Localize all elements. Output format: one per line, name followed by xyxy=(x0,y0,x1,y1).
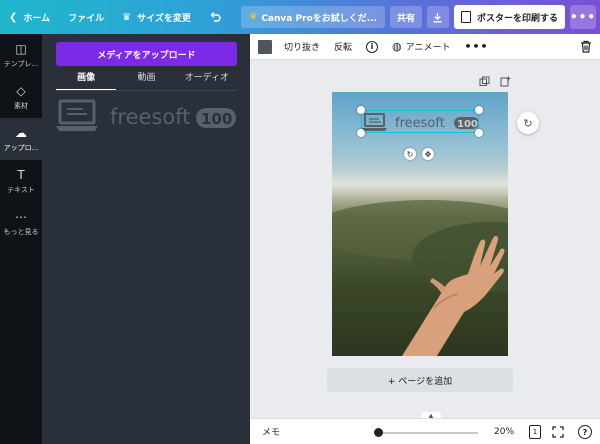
media-tabs: 画像 動画 オーディオ xyxy=(56,71,237,91)
laptop-logo-icon xyxy=(56,99,98,131)
download-button[interactable] xyxy=(426,6,449,28)
move-icon[interactable]: ✥ xyxy=(422,148,434,160)
file-menu-button[interactable]: ファイル xyxy=(59,0,113,34)
more-dots-icon: ••• xyxy=(464,40,489,53)
add-page-button[interactable]: + ページを追加 xyxy=(327,368,513,392)
rotate-icon[interactable]: ↻ xyxy=(404,148,416,160)
rail-item-uploads[interactable]: ☁ アップロ... xyxy=(0,118,42,160)
selection-box[interactable] xyxy=(361,110,479,133)
thumbnail-logo-text: freesoft xyxy=(110,105,190,129)
refresh-icon: ↻ xyxy=(523,116,533,130)
animate-icon: ◍ xyxy=(392,40,402,53)
shapes-icon: ◇ xyxy=(16,83,26,98)
fullscreen-icon[interactable] xyxy=(552,426,564,438)
flip-button[interactable]: 反転 xyxy=(334,40,352,53)
info-icon[interactable]: i xyxy=(366,40,379,53)
duplicate-page-icon[interactable] xyxy=(479,76,490,87)
download-icon xyxy=(433,12,442,22)
rail-item-label: アップロ... xyxy=(3,143,39,152)
share-button[interactable]: 共有 xyxy=(389,6,422,28)
help-icon[interactable]: ? xyxy=(578,425,592,439)
page-actions xyxy=(479,76,511,87)
animate-label: アニメート xyxy=(405,43,451,53)
pro-trial-label: Canva Proをお試しくだ... xyxy=(261,13,377,24)
left-rail: ◫ テンプレ... ◇ 素材 ☁ アップロ... T テキスト ⋯ もっと見る xyxy=(0,34,42,444)
zoom-slider-knob[interactable] xyxy=(374,428,383,437)
upload-media-button[interactable]: メディアをアップロード xyxy=(56,42,237,66)
more-dots-icon: ⋯ xyxy=(15,209,27,224)
notes-button[interactable]: メモ xyxy=(262,425,280,438)
add-page-icon[interactable] xyxy=(500,76,511,87)
rail-item-label: もっと見る xyxy=(3,227,39,236)
trash-icon[interactable] xyxy=(580,40,592,53)
tab-videos[interactable]: 動画 xyxy=(116,71,176,91)
home-button[interactable]: ❮ ホーム xyxy=(0,0,59,34)
print-icon xyxy=(460,11,471,23)
rail-item-text[interactable]: T テキスト xyxy=(0,160,42,202)
page-count-button[interactable]: 1 xyxy=(529,425,541,439)
selection-tools: ↻ ✥ xyxy=(404,148,434,160)
resize-handle-bottom-right[interactable] xyxy=(475,129,483,137)
rail-item-label: テキスト xyxy=(7,185,35,194)
crop-button[interactable]: 切り抜き xyxy=(284,40,320,53)
uploads-panel: メディアをアップロード 画像 動画 オーディオ freesoft 100 xyxy=(42,34,250,444)
bottom-bar: メモ xyxy=(250,418,600,444)
resize-button[interactable]: ♛ サイズを変更 xyxy=(113,0,200,34)
rail-item-label: 素材 xyxy=(14,101,28,110)
rail-item-more[interactable]: ⋯ もっと見る xyxy=(0,202,42,244)
tab-images[interactable]: 画像 xyxy=(56,71,117,91)
chevron-left-icon: ❮ xyxy=(9,11,18,23)
resize-handle-top-left[interactable] xyxy=(357,106,365,114)
resize-handle-top-right[interactable] xyxy=(475,106,483,114)
refresh-button[interactable]: ↻ xyxy=(517,112,539,134)
editor-toolbar: 切り抜き 反転 i ◍ アニメート ••• xyxy=(250,34,600,60)
color-swatch[interactable] xyxy=(258,39,272,54)
crown-icon: ♛ xyxy=(249,12,258,22)
tab-audio[interactable]: オーディオ xyxy=(177,71,237,91)
top-bar: ❮ ホーム ファイル ♛ サイズを変更 ♛ Canva Proをお試しくだ...… xyxy=(0,0,600,34)
tab-divider xyxy=(56,90,237,91)
text-icon: T xyxy=(17,167,25,182)
zoom-slider[interactable] xyxy=(378,432,478,434)
template-icon: ◫ xyxy=(15,41,27,56)
uploaded-image-thumbnail[interactable]: freesoft 100 xyxy=(56,98,238,134)
rail-item-elements[interactable]: ◇ 素材 xyxy=(0,76,42,118)
resize-handle-bottom-left[interactable] xyxy=(357,129,365,137)
pro-trial-button[interactable]: ♛ Canva Proをお試しくだ... xyxy=(241,6,385,28)
undo-button[interactable] xyxy=(200,0,230,34)
thumbnail-logo-number: 100 xyxy=(201,110,232,128)
rail-item-label: テンプレ... xyxy=(3,59,39,68)
cloud-upload-icon: ☁ xyxy=(15,125,27,140)
hand-photo xyxy=(402,235,505,356)
resize-label: サイズを変更 xyxy=(137,13,191,24)
print-poster-label: ポスターを印刷する xyxy=(476,13,558,24)
undo-icon xyxy=(210,12,221,22)
rail-item-templates[interactable]: ◫ テンプレ... xyxy=(0,34,42,76)
more-options-button[interactable]: ••• xyxy=(570,5,596,29)
toolbar-more-button[interactable]: ••• xyxy=(464,40,488,53)
crown-icon: ♛ xyxy=(122,11,132,23)
zoom-level[interactable]: 20% xyxy=(494,427,514,437)
more-dots-icon: ••• xyxy=(570,10,597,24)
print-poster-button[interactable]: ポスターを印刷する xyxy=(453,5,565,29)
home-label: ホーム xyxy=(23,13,51,24)
animate-button[interactable]: ◍ アニメート xyxy=(392,40,450,53)
